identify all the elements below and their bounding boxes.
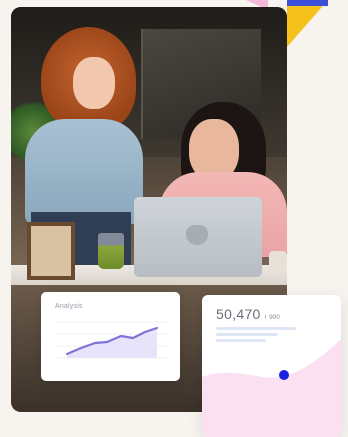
laptop — [134, 197, 262, 277]
laptop-logo-icon — [186, 225, 208, 245]
stats-text-line — [216, 333, 278, 336]
coffee-mug — [269, 251, 287, 269]
person-left-face — [73, 57, 115, 109]
hero-illustration: Analysis 50,470 ↑ 900 — [0, 0, 348, 437]
picture-frame — [27, 222, 75, 280]
stats-text-line — [216, 339, 266, 342]
stats-value: 50,470 — [216, 306, 261, 322]
stats-text-line — [216, 327, 296, 330]
wave-marker-dot — [279, 370, 289, 380]
stats-delta-value: 900 — [269, 314, 280, 321]
decor-blue-bar — [287, 0, 328, 6]
stats-delta: ↑ 900 — [264, 314, 280, 321]
arrow-up-icon: ↑ — [264, 314, 268, 321]
stats-card: 50,470 ↑ 900 — [202, 295, 341, 437]
decor-yellow-triangle — [287, 0, 328, 47]
analysis-chart — [55, 321, 169, 359]
wave-area — [202, 339, 341, 437]
smoothie-glass — [98, 233, 124, 269]
person-left-shirt — [25, 119, 143, 224]
analysis-card: Analysis — [41, 292, 180, 381]
